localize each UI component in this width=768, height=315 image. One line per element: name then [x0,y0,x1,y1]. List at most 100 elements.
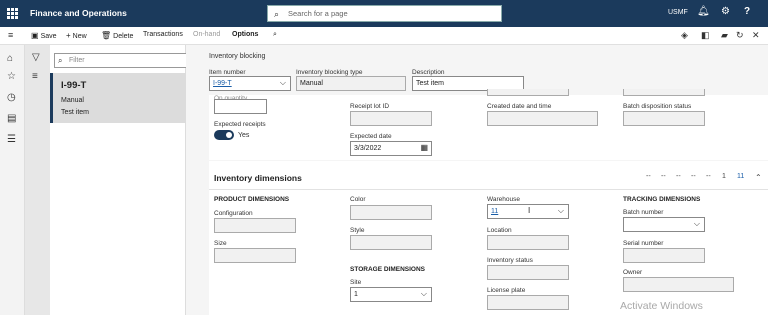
delete-button[interactable]: 🗑︎ Delete [101,31,133,40]
plus-icon: + [66,31,71,40]
item-number-label: Item number [209,69,246,76]
transactions-button[interactable]: Transactions [143,31,183,38]
chevron-down-icon: ⌵ [693,219,700,228]
header-panel: Inventory blocking Item number I-99-T ⌵ … [186,45,768,95]
owner-field [623,277,734,292]
summary-value: -- [706,173,711,180]
new-button[interactable]: + New [66,31,87,40]
size-field [214,248,296,263]
summary-value: -- [661,173,666,180]
storage-dimensions-heading: STORAGE DIMENSIONS [350,266,426,273]
serial-number-label: Serial number [623,240,664,247]
summary-value: 1 [722,173,726,180]
site-value: 1 [354,291,358,298]
chevron-up-icon[interactable]: ⌃ [755,173,762,182]
site-field[interactable]: 1 ⌵ [350,287,432,302]
owner-label: Owner [623,269,643,276]
expected-date-value: 3/3/2022 [354,145,382,152]
batch-number-field[interactable]: ⌵ [623,217,705,232]
save-icon: ▣ [31,31,39,40]
save-button[interactable]: ▣ Save [31,31,57,40]
chevron-down-icon: ⌵ [279,78,286,87]
color-field [350,205,432,220]
office-icon[interactable]: ◧ [701,30,710,41]
search-icon: ⌕ [58,56,63,65]
gear-icon[interactable]: ⚙ [721,6,730,17]
location-field [487,235,569,250]
trash-icon: 🗑︎ [101,31,112,40]
inventory-status-label: Inventory status [487,257,533,264]
text-cursor-icon: I [528,206,531,215]
clock-icon[interactable]: ◷ [7,92,16,103]
on-hand-button[interactable]: On-hand [193,31,220,38]
filter-input[interactable]: ⌕ Filter [54,53,190,68]
quantity-field[interactable] [214,99,267,114]
attachments-icon[interactable]: ▰ [721,30,728,41]
blocking-type-label: Inventory blocking type [296,69,363,76]
home-icon[interactable]: ⌂ [7,53,13,64]
bell-icon[interactable]: 🔔︎ [697,6,710,17]
chevron-down-icon: ⌵ [420,289,427,298]
windows-activation-watermark: Activate Windows [620,300,703,312]
batch-number-label: Batch number [623,209,664,216]
configuration-label: Configuration [214,210,253,217]
filter-placeholder: Filter [69,57,85,64]
calendar-icon[interactable]: ▦ [420,143,428,152]
configuration-field [214,218,296,233]
section-divider [209,189,768,190]
modules-icon[interactable]: ☰ [7,134,16,145]
item-number-value[interactable]: I-99-T [213,80,232,87]
warehouse-field[interactable]: 11 I ⌵ [487,204,569,219]
created-label: Created date and time [487,103,552,110]
warehouse-label: Warehouse [487,196,520,203]
item-number-field[interactable]: I-99-T ⌵ [209,76,291,91]
app-title[interactable]: Finance and Operations [30,8,127,18]
partial-field [623,89,705,96]
search-icon[interactable]: ⌕ [273,31,277,39]
warehouse-value[interactable]: 11 [491,208,498,215]
app-launcher-icon[interactable] [7,8,18,19]
receipt-lot-field [350,111,432,126]
size-label: Size [214,240,227,247]
tracking-dimensions-heading: TRACKING DIMENSIONS [623,196,701,203]
license-plate-label: License plate [487,287,526,294]
list-icon[interactable]: ≡ [32,71,38,82]
refresh-icon[interactable]: ↻ [736,30,744,41]
summary-value: 11 [737,173,745,180]
top-nav-bar: Finance and Operations ⌕ Search for a pa… [0,0,768,27]
blocking-type-field: Manual [296,76,406,91]
filter-funnel-icon[interactable]: ▽ [32,52,40,63]
site-label: Site [350,279,362,286]
inventory-dimensions-section: Inventory dimensions PRODUCT DIMENSIONS … [209,161,768,315]
description-label: Description [412,69,445,76]
search-icon: ⌕ [274,9,280,19]
section-title[interactable]: Inventory dimensions [214,173,302,183]
style-label: Style [350,227,365,234]
general-section: On quantity Expected receipts Yes Receip… [209,89,768,160]
list-item-type: Manual [61,97,84,104]
partial-field [487,89,569,96]
star-icon[interactable]: ☆ [7,71,16,82]
help-icon[interactable]: ? [744,6,750,17]
hamburger-icon[interactable]: ≡ [8,30,13,40]
options-tab[interactable]: Options [232,31,258,38]
license-plate-field [487,295,569,310]
expected-receipts-value: Yes [238,132,250,139]
list-toggle-column: ▽ ≡ [25,45,50,315]
search-input[interactable]: ⌕ Search for a page [267,5,502,22]
workspaces-icon[interactable]: ▤ [7,113,16,124]
expected-receipts-toggle[interactable] [214,130,234,140]
list-item-id: I-99-T [61,80,87,91]
inventory-status-field [487,265,569,280]
chevron-down-icon: ⌵ [557,206,564,215]
list-item[interactable]: I-99-T Manual Test item [50,73,186,123]
product-dimensions-heading: PRODUCT DIMENSIONS [214,196,290,203]
company-picker[interactable]: USMF [668,9,688,16]
expected-date-field[interactable]: 3/3/2022 ▦ [350,141,432,156]
close-icon[interactable]: ✕ [752,30,760,41]
expected-receipts-label: Expected receipts [214,121,266,128]
serial-number-field [623,248,705,263]
expected-date-label: Expected date [350,133,392,140]
power-apps-icon[interactable]: ◈ [681,30,688,41]
nav-rail: ⌂ ☆ ◷ ▤ ☰ [0,45,25,315]
